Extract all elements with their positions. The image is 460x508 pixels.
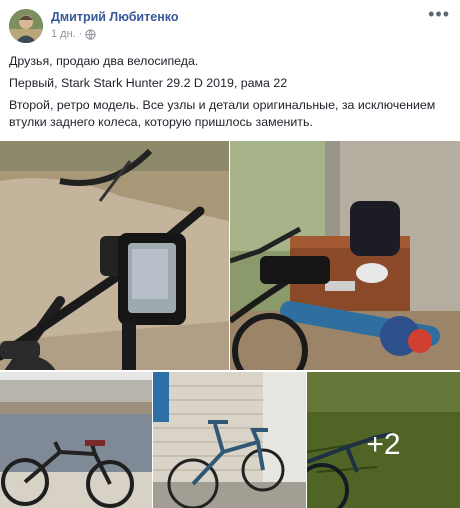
post-header: Дмитрий Любитенко 1 дн. · ••• bbox=[0, 0, 460, 48]
more-photos-count[interactable]: +2 bbox=[307, 428, 460, 462]
post-timestamp[interactable]: 1 дн. bbox=[51, 28, 76, 40]
photo-1[interactable] bbox=[0, 141, 229, 370]
photo-3[interactable] bbox=[0, 372, 152, 508]
photo-5[interactable]: +2 bbox=[307, 372, 460, 508]
author-avatar[interactable] bbox=[9, 9, 43, 43]
photo-4[interactable] bbox=[153, 372, 306, 508]
globe-icon[interactable] bbox=[85, 28, 97, 40]
more-options-icon[interactable]: ••• bbox=[428, 4, 450, 25]
post-text-line-3: Второй, ретро модель. Все узлы и детали … bbox=[9, 98, 436, 129]
author-name[interactable]: Дмитрий Любитенко bbox=[51, 10, 178, 24]
post-meta: 1 дн. · bbox=[51, 28, 97, 40]
post-text-line-2: Первый, Stark Stark Hunter 29.2 D 2019, … bbox=[9, 76, 288, 90]
post-text-line-1: Друзья, продаю два велосипеда. bbox=[9, 54, 199, 68]
facebook-post: Дмитрий Любитенко 1 дн. · ••• Друзья, пр… bbox=[0, 0, 460, 508]
photo-2[interactable] bbox=[230, 141, 460, 370]
